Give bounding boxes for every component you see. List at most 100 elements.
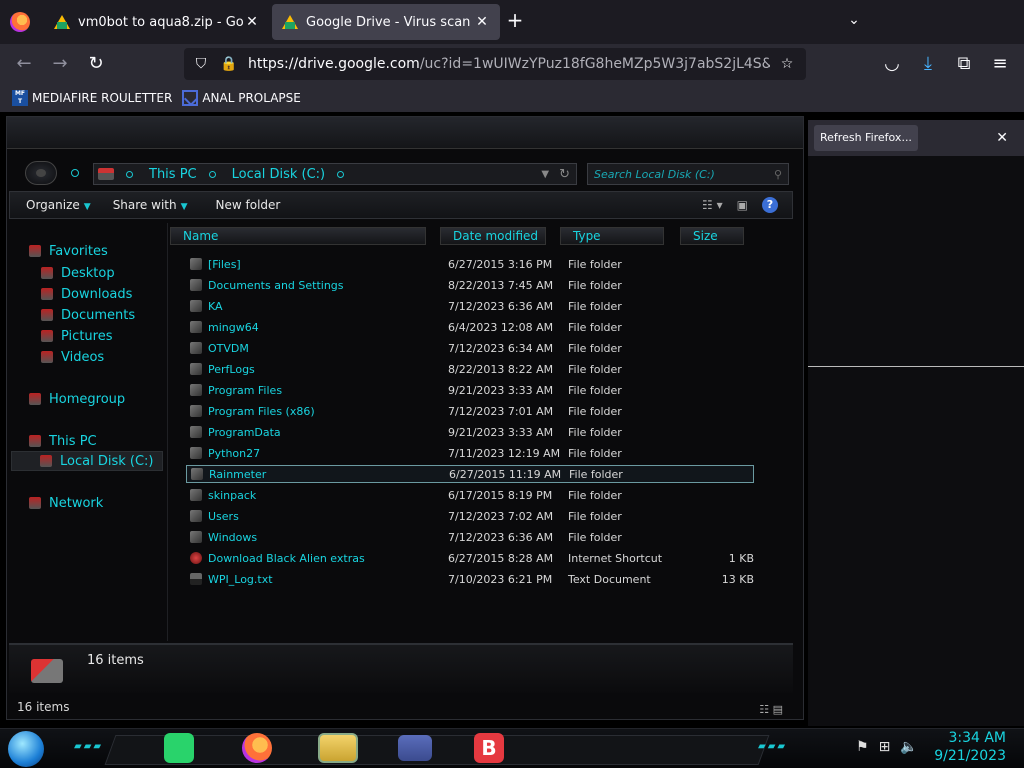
nav-downloads[interactable]: Downloads — [41, 284, 132, 304]
start-button-icon[interactable] — [8, 731, 44, 767]
bookmark-mediafire[interactable]: MF T MEDIAFIRE ROULETTER — [12, 90, 172, 106]
tab-virus-scan-warning[interactable]: Google Drive - Virus scan warning ✕ — [272, 4, 500, 40]
spotify-app-icon[interactable] — [164, 733, 194, 763]
folder-icon — [190, 363, 202, 375]
reload-icon[interactable]: ↻ — [84, 52, 108, 76]
preview-pane-icon[interactable]: ▣ — [737, 198, 748, 212]
table-row[interactable]: Rainmeter 6/27/2015 11:19 AM File folder — [186, 465, 754, 483]
downloads-icon[interactable]: ⤓ — [916, 52, 940, 76]
address-bar[interactable]: This PC Local Disk (C:) ▼ ↻ — [93, 163, 577, 185]
table-row[interactable]: mingw64 6/4/2023 12:08 AM File folder — [186, 318, 754, 336]
table-row[interactable]: Python27 7/11/2023 12:19 AM File folder — [186, 444, 754, 462]
column-header-name[interactable]: Name — [170, 227, 426, 245]
breadcrumb-separator-icon[interactable] — [208, 170, 216, 178]
new-tab-button[interactable]: + — [504, 10, 526, 32]
nav-network[interactable]: Network — [29, 493, 103, 513]
nav-documents[interactable]: Documents — [41, 305, 135, 325]
table-row[interactable]: PerfLogs 8/22/2013 8:22 AM File folder — [186, 360, 754, 378]
table-row[interactable]: skinpack 6/17/2015 8:19 PM File folder — [186, 486, 754, 504]
table-row[interactable]: Windows 7/12/2023 6:36 AM File folder — [186, 528, 754, 546]
nav-homegroup[interactable]: Homegroup — [29, 389, 125, 409]
desktop-icon — [41, 267, 53, 279]
file-name: Program Files — [208, 383, 283, 397]
list-all-tabs-chevron-icon[interactable]: ⌄ — [844, 12, 864, 32]
bookmark-star-icon[interactable]: ☆ — [776, 56, 798, 72]
breadcrumb-local-disk[interactable]: Local Disk (C:) — [232, 167, 325, 182]
breadcrumb-separator-icon[interactable] — [337, 170, 345, 178]
firefox-logo-icon[interactable] — [10, 12, 30, 32]
column-header-date[interactable]: Date modified — [440, 227, 546, 245]
refresh-firefox-notification: Refresh Firefox... ✕ — [808, 120, 1024, 156]
folder-icon — [190, 258, 202, 270]
firefox-app-icon[interactable] — [242, 733, 272, 763]
nav-this-pc[interactable]: This PC — [29, 431, 97, 451]
brave-app-icon[interactable]: B — [474, 733, 504, 763]
nav-pictures[interactable]: Pictures — [41, 326, 112, 346]
file-date: 7/12/2023 6:34 AM — [448, 341, 554, 355]
url-bar[interactable]: ⛉ 🔒 https://drive.google.com/uc?id=1wUIW… — [184, 48, 806, 80]
lock-icon[interactable]: 🔒 — [218, 56, 240, 72]
divider — [808, 366, 1024, 367]
column-header-type[interactable]: Type — [560, 227, 664, 245]
close-icon[interactable]: ✕ — [474, 14, 490, 30]
table-row[interactable]: Users 7/12/2023 7:02 AM File folder — [186, 507, 754, 525]
file-explorer-window: This PC Local Disk (C:) ▼ ↻ Search Local… — [6, 116, 804, 720]
file-type: File folder — [568, 488, 622, 502]
view-options-icon[interactable]: ☷ ▾ — [702, 198, 723, 212]
bookmark-label: MEDIAFIRE ROULETTER — [32, 91, 173, 105]
extensions-puzzle-icon[interactable]: ⧉ — [952, 52, 976, 76]
close-icon[interactable]: ✕ — [244, 14, 260, 30]
search-icon[interactable]: ⚲ — [774, 168, 782, 181]
back-arrow-icon[interactable]: ← — [12, 52, 36, 76]
network-tray-icon[interactable]: ⊞ — [879, 739, 891, 755]
chevron-down-icon[interactable]: ▼ — [541, 169, 549, 180]
bookmark-second[interactable]: ANAL PROLAPSE — [182, 90, 301, 106]
pocket-icon[interactable]: ◡ — [880, 52, 904, 76]
file-name: WPI_Log.txt — [208, 572, 273, 586]
file-date: 6/4/2023 12:08 AM — [448, 320, 554, 334]
nav-videos[interactable]: Videos — [41, 347, 104, 367]
close-icon[interactable]: ✕ — [996, 130, 1008, 146]
back-forward-orb-icon[interactable] — [25, 161, 57, 185]
search-input[interactable]: Search Local Disk (C:) ⚲ — [587, 163, 789, 185]
nav-local-disk[interactable]: Local Disk (C:) — [11, 451, 163, 471]
table-row[interactable]: Program Files 9/21/2023 3:33 AM File folde… — [186, 381, 754, 399]
table-row[interactable]: ProgramData 9/21/2023 3:33 AM File folder — [186, 423, 754, 441]
flag-icon[interactable]: ⚑ — [856, 739, 869, 755]
table-row[interactable]: OTVDM 7/12/2023 6:34 AM File folder — [186, 339, 754, 357]
bookmark-label: ANAL PROLAPSE — [202, 91, 301, 105]
view-mode-icons[interactable]: ☷ ▤ — [759, 700, 783, 720]
nav-desktop[interactable]: Desktop — [41, 263, 115, 283]
table-row[interactable]: KA 7/12/2023 6:36 AM File folder — [186, 297, 754, 315]
refresh-icon[interactable]: ↻ — [559, 167, 570, 182]
help-icon[interactable]: ? — [762, 197, 778, 213]
control-panel-app-icon[interactable] — [398, 735, 432, 761]
dropdown-dot-icon[interactable] — [71, 169, 79, 177]
url-host: https://drive.google.com — [248, 56, 420, 72]
share-with-button[interactable]: Share with ▼ — [113, 198, 188, 212]
file-explorer-app-icon[interactable] — [318, 733, 358, 763]
clock[interactable]: 3:34 AM 9/21/2023 — [934, 729, 1006, 765]
table-row[interactable]: [Files] 6/27/2015 3:16 PM File folder — [186, 255, 754, 273]
table-row[interactable]: WPI_Log.txt 7/10/2023 6:21 PM Text Documen… — [186, 570, 754, 588]
file-list: Name Date modified Type Size [Files] 6/27… — [167, 223, 793, 641]
menu-hamburger-icon[interactable]: ≡ — [988, 52, 1012, 76]
url-text[interactable]: https://drive.google.com/uc?id=1wUIWzYPu… — [248, 56, 770, 72]
file-type: File folder — [568, 257, 622, 271]
organize-button[interactable]: Organize ▼ — [26, 198, 91, 212]
nav-favorites[interactable]: Favorites — [29, 241, 108, 261]
table-row[interactable]: Documents and Settings 8/22/2013 7:45 AM F… — [186, 276, 754, 294]
breadcrumb-this-pc[interactable]: This PC — [149, 167, 197, 182]
column-header-size[interactable]: Size — [680, 227, 744, 245]
file-name: Users — [208, 509, 239, 523]
drive-icon — [40, 455, 52, 467]
new-folder-button[interactable]: New folder — [216, 198, 281, 212]
file-type: File folder — [569, 467, 623, 481]
tab-vm0bot[interactable]: vm0bot to aqua8.zip - Google Drive ✕ — [44, 4, 270, 40]
volume-icon[interactable]: 🔈 — [900, 739, 917, 755]
shield-icon[interactable]: ⛉ — [190, 56, 212, 72]
table-row[interactable]: Download Black Alien extras 6/27/2015 8:2… — [186, 549, 754, 567]
table-row[interactable]: Program Files (x86) 7/12/2023 7:01 AM File… — [186, 402, 754, 420]
refresh-firefox-button[interactable]: Refresh Firefox... — [814, 125, 918, 151]
forward-arrow-icon[interactable]: → — [48, 52, 72, 76]
